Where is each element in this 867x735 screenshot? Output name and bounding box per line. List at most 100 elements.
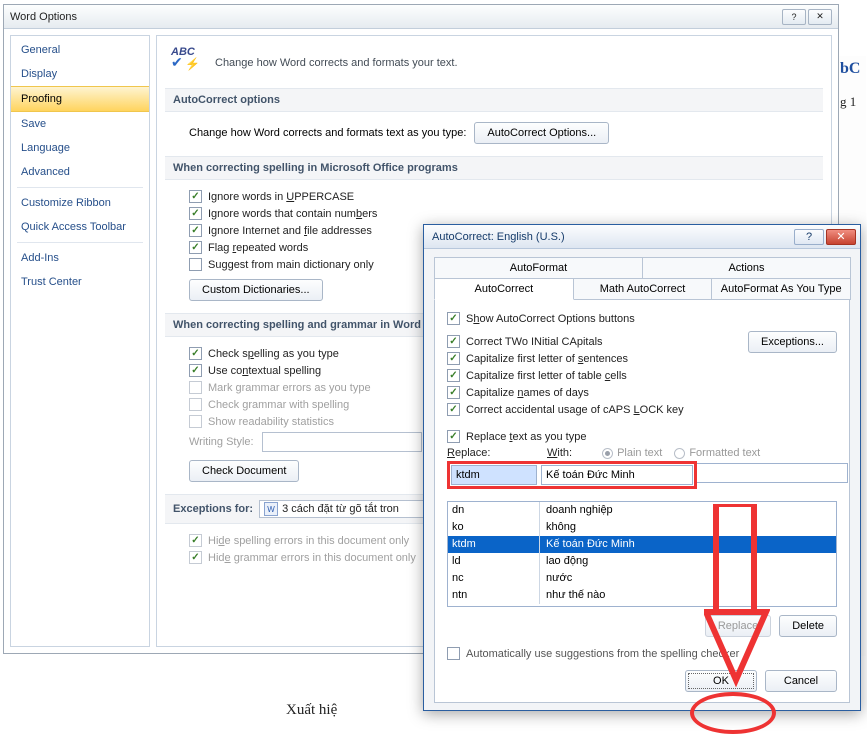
list-item[interactable]: ntnnhư thế nào: [448, 587, 836, 604]
chk-days[interactable]: [447, 386, 460, 399]
help-button[interactable]: ?: [782, 9, 806, 25]
nav-save[interactable]: Save: [11, 112, 149, 136]
lbl-table-cells: Capitalize first letter of table cells: [466, 370, 627, 382]
lbl-writing-style: Writing Style:: [189, 436, 254, 448]
chk-table-cells[interactable]: [447, 369, 460, 382]
chk-readability: [189, 415, 202, 428]
writing-style-select: [262, 432, 422, 452]
nav-advanced[interactable]: Advanced: [11, 160, 149, 184]
proofing-header: ABC ✔⚡ Change how Word corrects and form…: [171, 48, 817, 78]
lbl-auto-suggest: Automatically use suggestions from the s…: [466, 648, 739, 660]
lbl-hide-grammar: Hide grammar errors in this document onl…: [208, 552, 416, 564]
word-doc-icon: W: [264, 502, 278, 516]
lbl-with: With:: [547, 447, 572, 459]
tab-actions[interactable]: Actions: [642, 257, 851, 278]
autocorrect-titlebar[interactable]: AutoCorrect: English (U.S.) ? ✕: [424, 225, 860, 249]
lbl-repeated: Flag repeated words: [208, 242, 308, 254]
delete-button[interactable]: Delete: [779, 615, 837, 637]
chk-hide-spell: [189, 534, 202, 547]
list-item[interactable]: ldlao động: [448, 553, 836, 570]
proofing-header-text: Change how Word corrects and formats you…: [215, 57, 458, 69]
nav-general[interactable]: General: [11, 38, 149, 62]
options-nav: General Display Proofing Save Language A…: [10, 35, 150, 647]
list-item[interactable]: ktdmKế toán Đức Minh: [448, 536, 836, 553]
input-replace[interactable]: [451, 465, 537, 485]
ac-help-button[interactable]: ?: [794, 229, 824, 245]
list-item[interactable]: dndoanh nghiệp: [448, 502, 836, 519]
chk-check-grammar: [189, 398, 202, 411]
autocorrect-row-label: Change how Word corrects and formats tex…: [189, 127, 466, 139]
check-document-button[interactable]: Check Document: [189, 460, 299, 482]
lbl-mark-grammar: Mark grammar errors as you type: [208, 382, 371, 394]
chk-mark-grammar: [189, 381, 202, 394]
nav-quick-access[interactable]: Quick Access Toolbar: [11, 215, 149, 239]
background-paragraph: Xuất hiệ: [286, 702, 337, 719]
word-options-title: Word Options: [10, 11, 77, 23]
ac-tabstrip: AutoFormat Actions AutoCorrect Math Auto…: [434, 257, 850, 300]
tab-autoformat-as-you-type[interactable]: AutoFormat As You Type: [711, 278, 851, 300]
chk-repeated[interactable]: [189, 241, 202, 254]
exceptions-doc-select[interactable]: W 3 cách đặt từ gõ tắt tron: [259, 500, 429, 518]
lbl-capslock: Correct accidental usage of cAPS LOCK ke…: [466, 404, 684, 416]
lbl-replace: Replace:: [447, 447, 535, 459]
nav-display[interactable]: Display: [11, 62, 149, 86]
autocorrect-list[interactable]: dndoanh nghiệpkokhôngktdmKế toán Đức Min…: [447, 501, 837, 607]
lbl-two-caps: Correct TWo INitial CApitals: [466, 336, 603, 348]
chk-spell-type[interactable]: [189, 347, 202, 360]
list-item[interactable]: ncnước: [448, 570, 836, 587]
chk-numbers[interactable]: [189, 207, 202, 220]
chk-show-ac-buttons[interactable]: [447, 312, 460, 325]
lbl-uppercase: Ignore words in UPPERCASE: [208, 191, 354, 203]
lbl-numbers: Ignore words that contain numbers: [208, 208, 377, 220]
lbl-spell-type: Check spelling as you type: [208, 348, 339, 360]
chk-internet[interactable]: [189, 224, 202, 237]
lbl-show-ac-buttons: Show AutoCorrect Options buttons: [466, 313, 635, 325]
chk-hide-grammar: [189, 551, 202, 564]
chk-auto-suggest[interactable]: [447, 647, 460, 660]
nav-language[interactable]: Language: [11, 136, 149, 160]
close-button[interactable]: ✕: [808, 9, 832, 25]
chk-capslock[interactable]: [447, 403, 460, 416]
nav-customize-ribbon[interactable]: Customize Ribbon: [11, 191, 149, 215]
proofing-icon: ABC ✔⚡: [171, 48, 205, 78]
lbl-readability: Show readability statistics: [208, 416, 334, 428]
replace-button: Replace: [705, 615, 771, 637]
chk-sentence[interactable]: [447, 352, 460, 365]
tab-math-autocorrect[interactable]: Math AutoCorrect: [573, 278, 713, 300]
autocorrect-options-button[interactable]: AutoCorrect Options...: [474, 122, 609, 144]
ac-close-button[interactable]: ✕: [826, 229, 856, 245]
ok-button[interactable]: OK: [685, 670, 757, 692]
section-autocorrect-title: AutoCorrect options: [165, 88, 823, 112]
lbl-contextual: Use contextual spelling: [208, 365, 321, 377]
word-options-titlebar[interactable]: Word Options ? ✕: [4, 5, 838, 29]
exceptions-button[interactable]: Exceptions...: [748, 331, 837, 353]
list-item[interactable]: kokhông: [448, 519, 836, 536]
lbl-days: Capitalize names of days: [466, 387, 589, 399]
custom-dictionaries-button[interactable]: Custom Dictionaries...: [189, 279, 323, 301]
replace-inputs-highlight: [447, 461, 697, 489]
nav-trust-center[interactable]: Trust Center: [11, 270, 149, 294]
autocorrect-title: AutoCorrect: English (U.S.): [432, 231, 565, 243]
section-spelling-title: When correcting spelling in Microsoft Of…: [165, 156, 823, 180]
nav-proofing[interactable]: Proofing: [11, 86, 149, 112]
ac-panel: Show AutoCorrect Options buttons Correct…: [434, 299, 850, 703]
lbl-hide-spell: Hide spelling errors in this document on…: [208, 535, 409, 547]
tab-autoformat[interactable]: AutoFormat: [434, 257, 643, 278]
radio-formatted-text: Formatted text: [674, 447, 760, 459]
chk-contextual[interactable]: [189, 364, 202, 377]
chk-replace-as-you-type[interactable]: [447, 430, 460, 443]
lbl-main-dict: Suggest from main dictionary only: [208, 259, 374, 271]
cancel-button[interactable]: Cancel: [765, 670, 837, 692]
input-with-ext[interactable]: [697, 463, 848, 483]
tab-autocorrect[interactable]: AutoCorrect: [434, 278, 574, 300]
lbl-replace-as-you-type: Replace text as you type: [466, 431, 586, 443]
chk-main-dict[interactable]: [189, 258, 202, 271]
autocorrect-dialog: AutoCorrect: English (U.S.) ? ✕ AutoForm…: [423, 224, 861, 711]
nav-add-ins[interactable]: Add-Ins: [11, 246, 149, 270]
radio-plain-text: Plain text: [602, 447, 662, 459]
bg-fragment-2: g 1: [840, 94, 856, 110]
chk-uppercase[interactable]: [189, 190, 202, 203]
bg-fragment-1: bC: [840, 60, 860, 78]
chk-two-caps[interactable]: [447, 335, 460, 348]
input-with[interactable]: [541, 465, 693, 485]
